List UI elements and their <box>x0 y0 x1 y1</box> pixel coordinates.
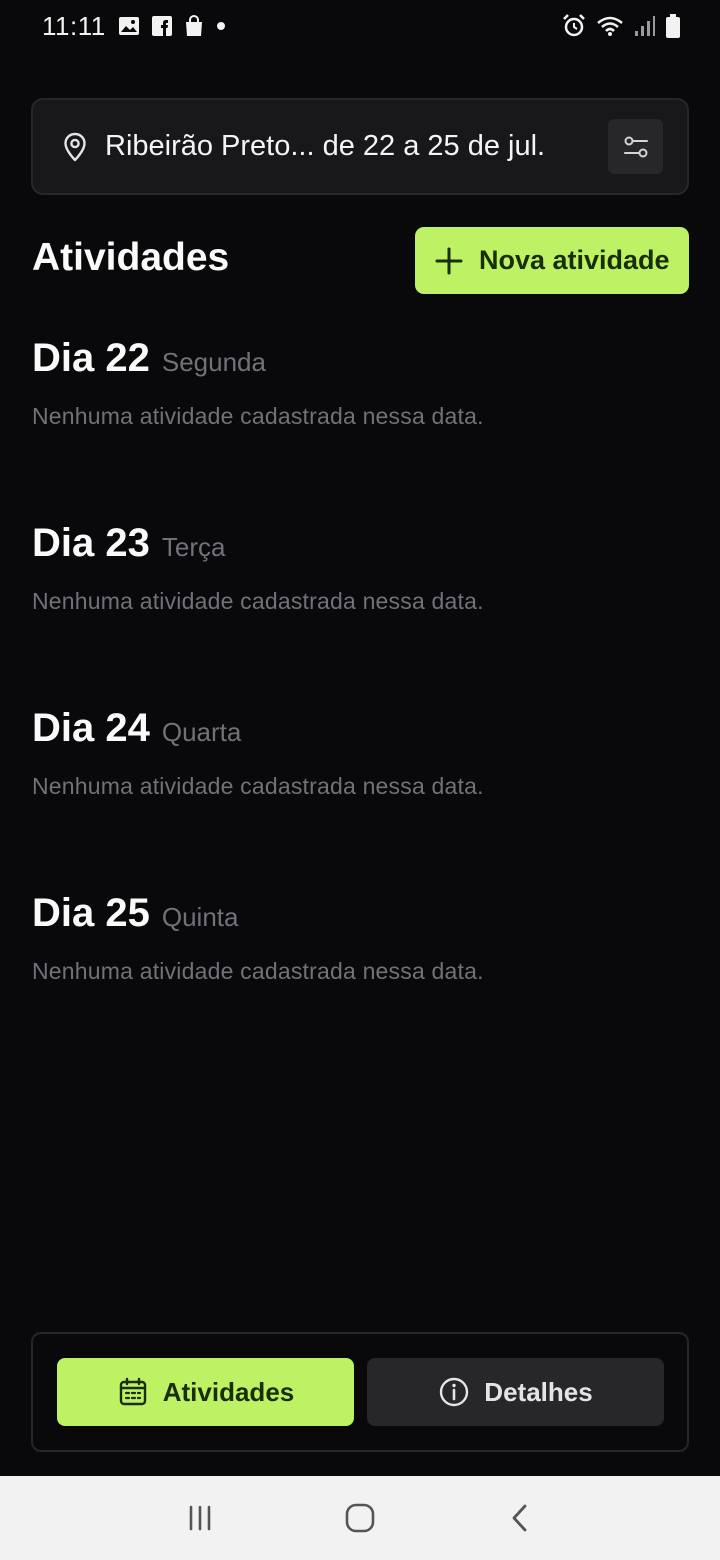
app-screen: 11:11 Ribeirão Preto... de 22 a 25 de ju… <box>0 0 720 1560</box>
shopping-bag-icon <box>184 15 204 37</box>
day-weekday: Terça <box>161 532 226 562</box>
plus-icon <box>435 247 463 274</box>
bottom-tab-bar: Atividades Detalhes <box>31 1332 689 1452</box>
day-empty-message: Nenhuma atividade cadastrada nessa data. <box>32 773 484 799</box>
home-button[interactable] <box>330 1488 390 1548</box>
day-title: Dia 23 <box>32 521 150 565</box>
day-empty-message: Nenhuma atividade cadastrada nessa data. <box>32 958 484 984</box>
wifi-icon <box>596 15 624 37</box>
home-icon <box>345 1503 375 1533</box>
image-icon <box>118 16 140 36</box>
settings-sliders-icon <box>623 136 648 157</box>
activities-title: Atividades <box>32 236 230 279</box>
recent-apps-icon <box>189 1505 211 1531</box>
trip-settings-button[interactable] <box>608 119 663 174</box>
trip-header-card: Ribeirão Preto... de 22 a 25 de jul. <box>31 98 689 195</box>
dot-icon <box>216 21 226 31</box>
day-section: Dia 23 Terça Nenhuma atividade cadastrad… <box>32 521 692 615</box>
day-section: Dia 25 Quinta Nenhuma atividade cadastra… <box>32 891 692 985</box>
system-navigation-bar <box>0 1476 720 1560</box>
day-section: Dia 22 Segunda Nenhuma atividade cadastr… <box>32 336 692 430</box>
facebook-icon <box>151 16 172 36</box>
day-weekday: Segunda <box>161 347 266 377</box>
day-title: Dia 22 <box>32 336 150 380</box>
new-activity-button[interactable]: Nova atividade <box>415 227 689 294</box>
status-time: 11:11 <box>42 10 106 41</box>
alarm-icon <box>562 14 586 38</box>
tab-detalhes[interactable]: Detalhes <box>367 1358 664 1426</box>
battery-icon <box>666 14 680 38</box>
map-pin-icon <box>64 132 86 161</box>
tab-atividades[interactable]: Atividades <box>57 1358 354 1426</box>
trip-summary-text: Ribeirão Preto... de 22 a 25 de jul. <box>105 130 546 162</box>
day-weekday: Quarta <box>161 717 242 747</box>
day-title: Dia 24 <box>32 706 150 750</box>
status-bar: 11:11 <box>0 0 720 52</box>
calendar-icon <box>119 1377 146 1406</box>
back-button[interactable] <box>490 1488 550 1548</box>
tab-label: Atividades <box>162 1376 295 1407</box>
day-title: Dia 25 <box>32 891 150 935</box>
day-empty-message: Nenhuma atividade cadastrada nessa data. <box>32 588 484 614</box>
info-icon <box>440 1377 469 1407</box>
tab-label: Detalhes <box>484 1376 593 1407</box>
back-chevron-icon <box>512 1504 527 1532</box>
day-weekday: Quinta <box>161 902 239 932</box>
day-empty-message: Nenhuma atividade cadastrada nessa data. <box>32 403 484 429</box>
new-activity-label: Nova atividade <box>479 245 670 275</box>
recent-apps-button[interactable] <box>170 1488 230 1548</box>
signal-icon <box>634 15 656 37</box>
day-section: Dia 24 Quarta Nenhuma atividade cadastra… <box>32 706 692 800</box>
